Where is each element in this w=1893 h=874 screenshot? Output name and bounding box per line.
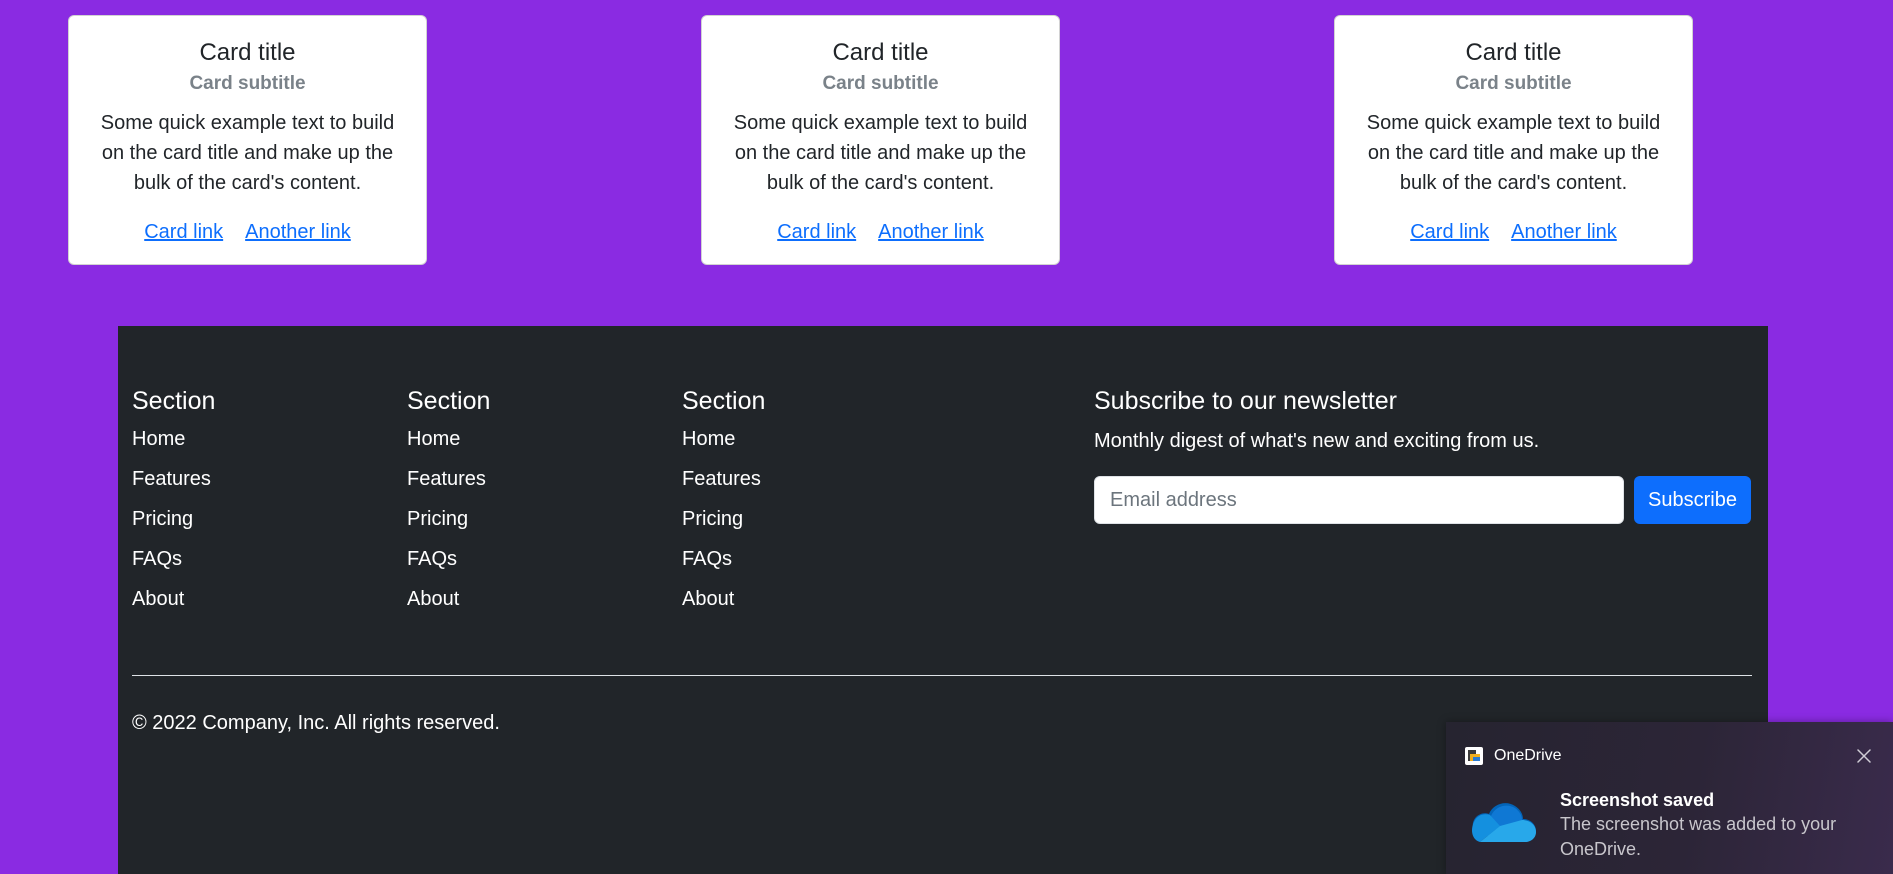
- footer-link-about[interactable]: About: [682, 586, 734, 612]
- toast-title: Screenshot saved: [1560, 790, 1715, 810]
- footer-section-2: Section Home Features Pricing FAQs About: [407, 386, 491, 610]
- subscribe-button[interactable]: Subscribe: [1634, 476, 1751, 524]
- footer-link-features[interactable]: Features: [682, 466, 761, 492]
- footer-section-1: Section Home Features Pricing FAQs About: [132, 386, 216, 610]
- toast-body: The screenshot was added to your OneDriv…: [1560, 814, 1837, 859]
- card-link[interactable]: Card link: [1410, 221, 1489, 243]
- footer-link-pricing[interactable]: Pricing: [407, 506, 468, 532]
- footer-link-pricing[interactable]: Pricing: [682, 506, 743, 532]
- footer-link-features[interactable]: Features: [407, 466, 486, 492]
- newsletter-form: Subscribe to our newsletter Monthly dige…: [1094, 386, 1754, 524]
- card-title: Card title: [199, 39, 296, 66]
- card-title: Card title: [832, 39, 929, 66]
- footer-link-pricing[interactable]: Pricing: [132, 506, 193, 532]
- card-3: Card title Card subtitle Some quick exam…: [1334, 15, 1693, 265]
- card-links: Card link Another link: [702, 219, 1059, 245]
- card-text: Some quick example text to build on the …: [733, 112, 1028, 194]
- email-field[interactable]: [1094, 476, 1624, 524]
- footer-link-features[interactable]: Features: [132, 466, 211, 492]
- section-heading: Section: [682, 387, 766, 415]
- card-subtitle: Card subtitle: [189, 73, 306, 94]
- card-subtitle: Card subtitle: [822, 73, 939, 94]
- footer-section-3: Section Home Features Pricing FAQs About: [682, 386, 766, 610]
- onedrive-app-icon: [1464, 746, 1484, 766]
- card-text: Some quick example text to build on the …: [100, 112, 395, 194]
- card-links: Card link Another link: [69, 219, 426, 245]
- card-link[interactable]: Card link: [777, 221, 856, 243]
- onedrive-cloud-icon: [1466, 796, 1538, 848]
- card-title: Card title: [1465, 39, 1562, 66]
- section-heading: Section: [407, 387, 491, 415]
- another-link[interactable]: Another link: [878, 221, 984, 243]
- footer-link-faqs[interactable]: FAQs: [407, 546, 457, 572]
- section-heading: Section: [132, 387, 216, 415]
- footer-link-about[interactable]: About: [132, 586, 184, 612]
- newsletter-description: Monthly digest of what's new and excitin…: [1094, 430, 1540, 452]
- another-link[interactable]: Another link: [1511, 221, 1617, 243]
- card-text: Some quick example text to build on the …: [1366, 112, 1661, 194]
- card-1: Card title Card subtitle Some quick exam…: [68, 15, 427, 265]
- footer-link-home[interactable]: Home: [682, 426, 735, 452]
- footer-link-home[interactable]: Home: [132, 426, 185, 452]
- toast-app-name: OneDrive: [1494, 747, 1562, 764]
- card-subtitle: Card subtitle: [1455, 73, 1572, 94]
- newsletter-heading: Subscribe to our newsletter: [1094, 387, 1397, 415]
- copyright-text: © 2022 Company, Inc. All rights reserved…: [132, 712, 500, 734]
- card-2: Card title Card subtitle Some quick exam…: [701, 15, 1060, 265]
- another-link[interactable]: Another link: [245, 221, 351, 243]
- card-links: Card link Another link: [1335, 219, 1692, 245]
- footer-divider: [132, 675, 1752, 676]
- close-icon[interactable]: [1852, 744, 1876, 768]
- footer-link-home[interactable]: Home: [407, 426, 460, 452]
- footer-link-faqs[interactable]: FAQs: [132, 546, 182, 572]
- footer-link-about[interactable]: About: [407, 586, 459, 612]
- card-link[interactable]: Card link: [144, 221, 223, 243]
- footer-link-faqs[interactable]: FAQs: [682, 546, 732, 572]
- onedrive-toast-notification[interactable]: OneDrive Screenshot saved The screenshot…: [1446, 722, 1893, 874]
